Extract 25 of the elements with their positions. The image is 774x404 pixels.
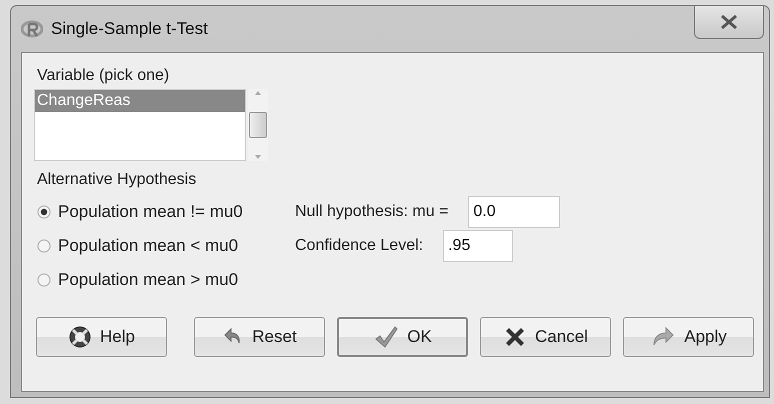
cancel-button[interactable]: Cancel — [480, 317, 611, 357]
section-label: Alternative Hypothesis — [37, 171, 196, 189]
reset-button[interactable]: Reset — [194, 317, 325, 357]
scroll-down-icon — [253, 153, 263, 161]
apply-button[interactable]: Apply — [623, 317, 754, 357]
ok-button[interactable]: OK — [337, 317, 468, 357]
input-field[interactable]: .95 — [443, 230, 514, 262]
radio-option[interactable]: Population mean != mu0 — [37, 202, 243, 222]
checkmark-icon — [373, 325, 400, 349]
close-button[interactable] — [694, 6, 764, 38]
window-title: Single-Sample t-Test — [51, 19, 208, 39]
field-label: Confidence Level: — [295, 237, 424, 255]
lifebuoy-icon — [68, 325, 92, 349]
close-icon — [720, 14, 738, 28]
app-logo-icon — [21, 20, 43, 38]
scrollbar[interactable] — [248, 89, 268, 161]
field-label: Null hypothesis: mu = — [295, 203, 448, 221]
help-button[interactable]: Help — [36, 317, 167, 357]
radio-option[interactable]: Population mean < mu0 — [37, 236, 238, 256]
list-label: Variable (pick one) — [37, 67, 170, 85]
input-field[interactable]: 0.0 — [468, 196, 560, 228]
list-item[interactable]: ChangeReas — [35, 90, 245, 112]
variable-list[interactable]: ChangeReas — [34, 89, 246, 161]
radio-option[interactable]: Population mean > mu0 — [37, 270, 238, 290]
scroll-up-icon — [253, 89, 263, 97]
